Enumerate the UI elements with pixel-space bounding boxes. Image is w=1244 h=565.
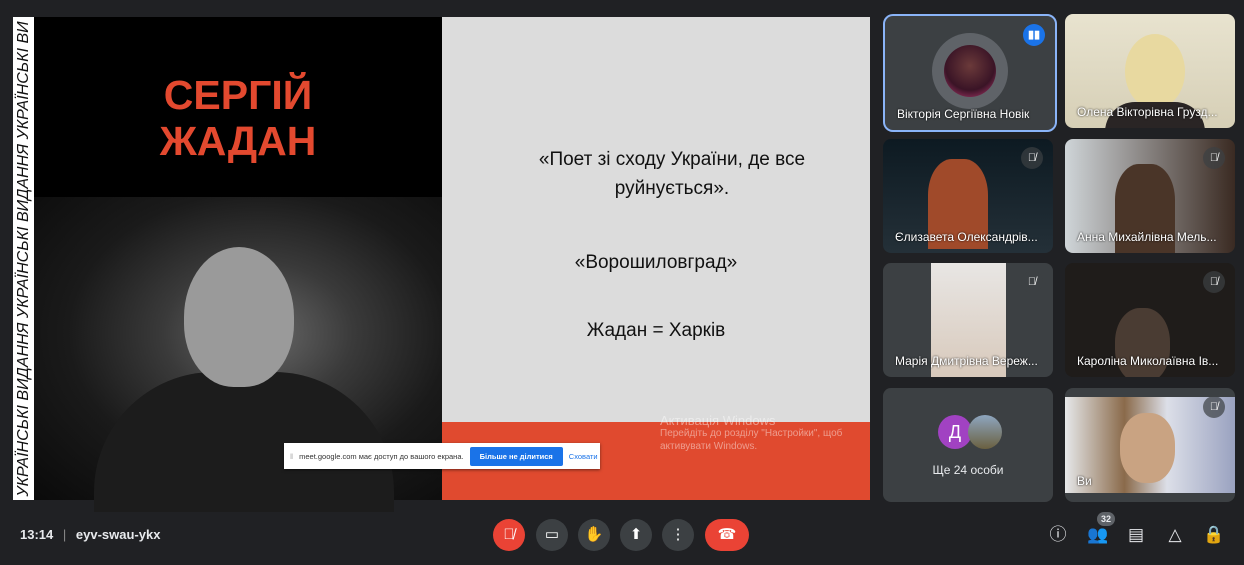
- leave-call-button[interactable]: ☎: [705, 519, 749, 551]
- host-controls-icon[interactable]: 🔒: [1202, 523, 1226, 547]
- speaking-indicator-icon: ▮▮: [1023, 24, 1045, 46]
- title-line-1: СЕРГІЙ: [163, 72, 313, 118]
- chat-icon[interactable]: ▤: [1124, 523, 1148, 547]
- strip-text: УКРАЇНСЬКІ ВИДАННЯ УКРАЇНСЬКІ ВИДАННЯ УК…: [14, 20, 32, 497]
- meeting-code: eyv-swau-ykx: [75, 527, 161, 542]
- avatar: Д: [938, 415, 972, 449]
- participant-name: Кароліна Миколаївна Ів...: [1077, 354, 1219, 368]
- share-text: meet.google.com має доступ до вашого екр…: [299, 451, 464, 461]
- people-icon[interactable]: 👥: [1086, 523, 1110, 547]
- participant-name: Вікторія Сергіївна Новік: [897, 107, 1030, 121]
- quote-1: «Поет зі сходу України, де все руйнуєтьс…: [538, 149, 806, 199]
- raise-hand-button[interactable]: ✋: [578, 519, 610, 551]
- slide-title: СЕРГІЙ ЖАДАН: [34, 72, 442, 164]
- participant-tile[interactable]: 🎙̸ Єлизавета Олександрів...: [883, 139, 1053, 253]
- mic-off-icon: 🎙̸: [1021, 147, 1043, 169]
- more-options-button[interactable]: ⋮: [662, 519, 694, 551]
- title-line-2: ЖАДАН: [159, 118, 317, 164]
- people-count-badge: 32: [1097, 512, 1115, 526]
- present-screen-button[interactable]: ⬆: [620, 519, 652, 551]
- screen-share-bar: ‖ meet.google.com має доступ до вашого е…: [284, 443, 600, 469]
- participant-name: Марія Дмитрівна Вереж...: [895, 354, 1038, 368]
- vertical-strip: УКРАЇНСЬКІ ВИДАННЯ УКРАЇНСЬКІ ВИДАННЯ УК…: [13, 17, 34, 500]
- slide-right-pane: «Поет зі сходу України, де все руйнуєтьс…: [442, 17, 870, 422]
- participant-name: Олена Вікторівна Грузд...: [1077, 105, 1218, 119]
- watermark-text: Перейдіть до розділу "Настройки", щоб ак…: [660, 428, 843, 452]
- activities-icon[interactable]: △: [1163, 523, 1187, 547]
- participant-tile[interactable]: Олена Вікторівна Грузд...: [1065, 14, 1235, 128]
- more-participants-label: Ще 24 особи: [932, 463, 1004, 477]
- quote-2: «Ворошиловград»: [574, 252, 738, 273]
- stop-sharing-button[interactable]: Більше не ділитися: [469, 446, 563, 466]
- separator: |: [62, 527, 67, 542]
- meeting-info: 13:14 | eyv-swau-ykx: [20, 527, 160, 542]
- hide-button[interactable]: Сховати: [569, 452, 598, 461]
- participant-name: Єлизавета Олександрів...: [895, 230, 1038, 244]
- bottom-toolbar: 13:14 | eyv-swau-ykx 🎙̸ ▭ ✋ ⬆ ⋮ ☎ ⓘ 👥 32…: [0, 510, 1244, 560]
- participant-name: Анна Михайлівна Мель...: [1077, 230, 1217, 244]
- participant-tile[interactable]: 🎙̸ Кароліна Миколаївна Ів...: [1065, 263, 1235, 377]
- avatar: [944, 45, 996, 97]
- drag-handle-icon[interactable]: ‖: [290, 452, 293, 461]
- quote-3: Жадан = Харків: [586, 320, 726, 341]
- watermark-title: Активація Windows: [660, 413, 776, 428]
- mic-off-button[interactable]: 🎙̸: [493, 519, 525, 551]
- avatar: [968, 415, 1002, 449]
- more-participants-tile[interactable]: Д Ще 24 особи: [883, 388, 1053, 502]
- self-tile[interactable]: 🎙̸ Ви: [1065, 388, 1235, 502]
- info-icon[interactable]: ⓘ: [1046, 523, 1070, 547]
- participant-tile[interactable]: 🎙̸ Анна Михайлівна Мель...: [1065, 139, 1235, 253]
- participant-name: Ви: [1077, 474, 1092, 488]
- mic-off-icon: 🎙̸: [1203, 396, 1225, 418]
- mic-off-icon: 🎙̸: [1021, 271, 1043, 293]
- slide-left-pane: СЕРГІЙ ЖАДАН: [34, 17, 442, 512]
- camera-button[interactable]: ▭: [536, 519, 568, 551]
- mic-off-icon: 🎙̸: [1203, 271, 1225, 293]
- participant-tile[interactable]: ▮▮ Вікторія Сергіївна Новік: [883, 14, 1057, 132]
- windows-watermark: Активація Windows Перейдіть до розділу "Н…: [660, 414, 850, 453]
- mic-off-icon: 🎙̸: [1203, 147, 1225, 169]
- participant-tile[interactable]: 🎙̸ Марія Дмитрівна Вереж...: [883, 263, 1053, 377]
- clock: 13:14: [20, 527, 54, 542]
